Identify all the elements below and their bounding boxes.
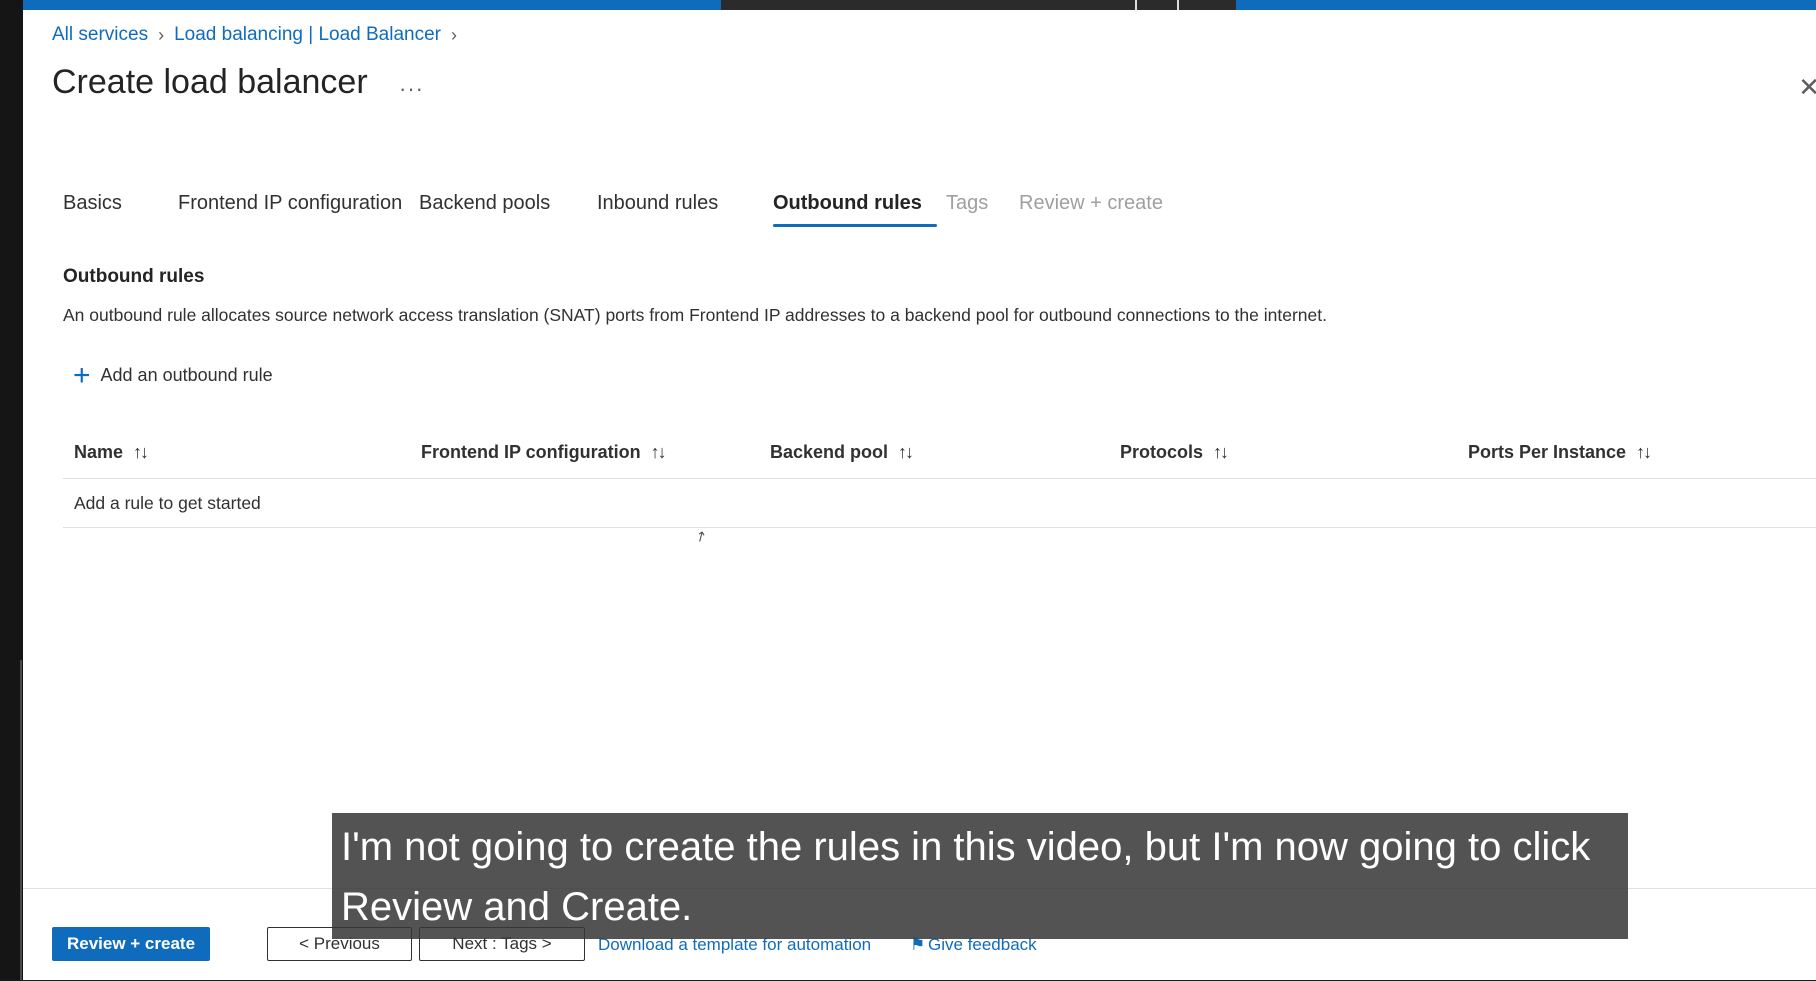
section-description: An outbound rule allocates source networ… xyxy=(63,305,1327,325)
add-outbound-rule-button[interactable]: + Add an outbound rule xyxy=(73,358,273,392)
sort-icon: ↑↓ xyxy=(1636,442,1652,462)
add-outbound-rule-label: Add an outbound rule xyxy=(100,365,273,385)
breadcrumb-all-services[interactable]: All services xyxy=(52,24,148,46)
column-header-backend-pool[interactable]: Backend pool ↑↓ xyxy=(770,442,914,463)
breadcrumb-load-balancing[interactable]: Load balancing | Load Balancer xyxy=(174,24,441,46)
section-title: Outbound rules xyxy=(63,266,205,287)
sort-icon: ↑↓ xyxy=(650,442,667,462)
plus-icon: + xyxy=(73,358,91,392)
mouse-cursor-icon: ↗ xyxy=(691,526,710,546)
tab-outbound-rules[interactable]: Outbound rules xyxy=(773,192,922,215)
tab-backend-pools[interactable]: Backend pools xyxy=(419,192,550,215)
page-title: Create load balancer xyxy=(52,63,368,101)
tab-tags[interactable]: Tags xyxy=(946,192,988,215)
breadcrumb: All services › Load balancing | Load Bal… xyxy=(52,24,457,46)
video-caption: I'm not going to create the rules in thi… xyxy=(332,813,1628,939)
chevron-right-icon: › xyxy=(451,24,457,45)
left-window-edge xyxy=(0,0,23,980)
sort-icon: ↑↓ xyxy=(898,442,914,462)
sort-icon: ↑↓ xyxy=(1213,442,1229,462)
more-options-icon[interactable]: ··· xyxy=(399,76,424,102)
chevron-right-icon: › xyxy=(158,24,165,45)
tab-review-create[interactable]: Review + create xyxy=(1019,192,1163,215)
close-icon[interactable]: ✕ xyxy=(1798,72,1816,103)
review-create-button[interactable]: Review + create xyxy=(52,927,210,961)
column-header-ports-per-instance[interactable]: Ports Per Instance ↑↓ xyxy=(1468,442,1652,463)
portal-top-bar xyxy=(23,0,1816,20)
table-empty-row: Add a rule to get started xyxy=(63,479,1816,528)
table-header: Name ↑↓ Frontend IP configuration ↑↓ Backe… xyxy=(63,430,1816,479)
column-header-protocols[interactable]: Protocols ↑↓ xyxy=(1120,442,1229,463)
tab-frontend-ip-configuration[interactable]: Frontend IP configuration xyxy=(178,192,402,215)
empty-table-message: Add a rule to get started xyxy=(74,493,261,513)
active-tab-indicator xyxy=(773,224,937,227)
tab-basics[interactable]: Basics xyxy=(63,192,122,215)
outbound-rules-table: Name ↑↓ Frontend IP configuration ↑↓ Backe… xyxy=(63,430,1816,528)
column-header-frontend-ip[interactable]: Frontend IP configuration ↑↓ xyxy=(421,442,667,463)
column-header-name[interactable]: Name ↑↓ xyxy=(74,442,149,463)
sort-icon: ↑↓ xyxy=(133,442,149,462)
tab-inbound-rules[interactable]: Inbound rules xyxy=(597,192,718,215)
